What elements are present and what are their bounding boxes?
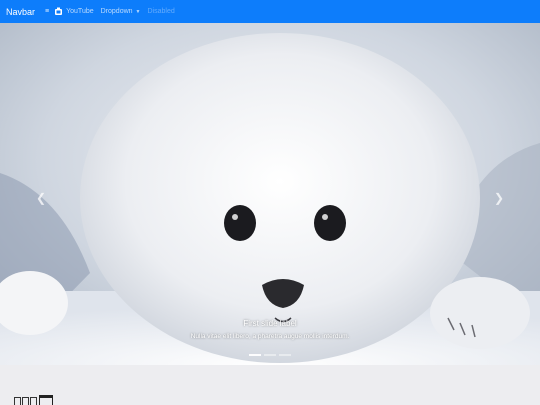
indicator-3[interactable]	[279, 354, 291, 356]
youtube-icon[interactable]	[54, 7, 63, 16]
glyph-row	[14, 395, 53, 405]
carousel-next-button[interactable]: ❯	[484, 183, 514, 213]
nav-dropdown-label: Dropdown	[100, 8, 133, 15]
carousel-prev-button[interactable]: ❮	[26, 183, 56, 213]
nav-youtube-link[interactable]: YouTube	[66, 8, 94, 15]
caption-text: Nulla vitae elit libero, a pharetra augu…	[190, 333, 350, 340]
caption-title: First slide label	[243, 319, 297, 328]
carousel: ❮ ❯ First slide label Nulla vitae elit l…	[0, 23, 540, 365]
carousel-indicators	[0, 354, 540, 356]
chevron-down-icon: ▼	[135, 8, 141, 15]
navbar-brand[interactable]: Navbar	[6, 7, 35, 17]
missing-glyph-1	[14, 397, 21, 405]
slide-image	[0, 23, 540, 365]
menu-icon[interactable]: ≡	[45, 8, 49, 15]
navbar: Navbar ≡ YouTube Dropdown ▼ Disabled	[0, 0, 540, 23]
nav-disabled-link: Disabled	[147, 8, 175, 15]
calendar-icon	[39, 395, 53, 405]
chevron-left-icon: ❮	[35, 191, 47, 205]
indicator-2[interactable]	[264, 354, 276, 356]
content-section	[0, 365, 540, 405]
nav-dropdown[interactable]: Dropdown ▼	[101, 8, 141, 15]
missing-glyph-3	[30, 397, 37, 405]
indicator-1[interactable]	[249, 354, 261, 356]
missing-glyph-2	[22, 397, 29, 405]
chevron-right-icon: ❯	[493, 191, 505, 205]
